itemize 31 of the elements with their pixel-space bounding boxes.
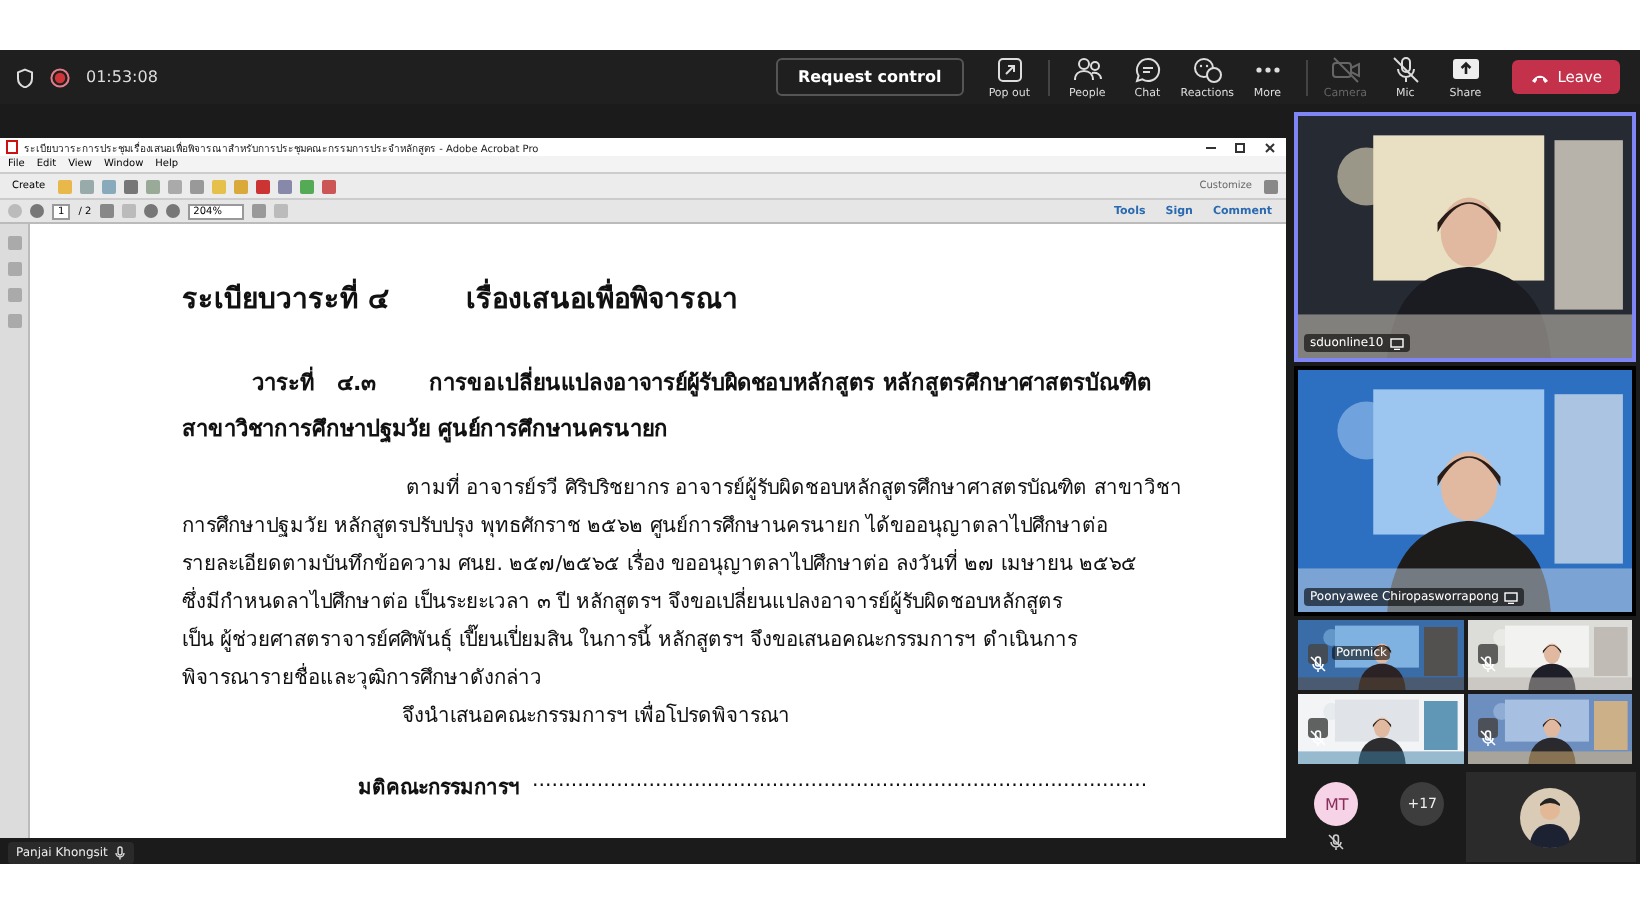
reactions-icon <box>1191 55 1224 83</box>
camera-icon <box>1329 55 1362 83</box>
window-controls-icon[interactable] <box>1204 141 1280 153</box>
meeting-timer: 01:53:08 <box>86 68 158 86</box>
people-icon <box>1071 55 1104 83</box>
avatar[interactable]: MT <box>1314 782 1359 826</box>
body-text-line: เป็น ผู้ช่วยศาสตราจารย์ศศิพันธุ์ เปี๊ยนเปี่ยมสิน ในการนี้ หลักสูตรฯ จึงขอเสนอคณะกรรมการฯ ดำเนินการ <box>182 622 1286 660</box>
mic-icon <box>113 846 126 860</box>
resolution-label: มติคณะกรรมการฯ <box>358 775 520 802</box>
body-text-line: พิจารณารายชื่อและวุฒิการศึกษาดังกล่าว <box>182 660 1286 698</box>
screen-icon <box>1389 337 1404 349</box>
shield-icon <box>16 67 34 87</box>
item-title: การขอเปลี่ยนแปลงอาจารย์ผู้รับผิดชอบหลักสูตร หลักสูตรศึกษาศาสตรบัณฑิต <box>429 364 1152 400</box>
agenda-title: เรื่องเสนอเพื่อพิจารณา <box>465 276 738 320</box>
body-text-line: ตามที่ อาจารย์รวี ศิริปริชยากร อาจารย์ผู้รับผิดชอบหลักสูตรศึกษาศาสตรบัณฑิต สาขาวิชา <box>182 470 1286 508</box>
person-avatar <box>1520 787 1581 847</box>
agenda-number: ระเบียบวาระที่ ๔ <box>182 276 390 320</box>
body-text-line: รายละเอียดตามบันทึกข้อความ ศนย. ๒๕๗/๒๕๖๕ เรื่อง ขออนุญาตลาไปศึกษาต่อ ลงวันที่ ๒๗ เมษายน ๒๕๖๕ <box>182 546 1286 584</box>
closing-text: จึงนำเสนอคณะกรรมการฯ เพื่อโปรดพิจารณา <box>182 698 1286 730</box>
fill-in-line: ............................................................................................... <box>532 770 1148 796</box>
popout-icon <box>995 55 1024 83</box>
item-title: สาขาวิชาการศึกษาปฐมวัย ศูนย์การศึกษานครนายก <box>182 414 670 446</box>
screen-icon <box>1504 591 1519 603</box>
body-text-line: การศึกษาปฐมวัย หลักสูตรปรับปรุง พุทธศักราช ๒๕๖๒ ศูนย์การศึกษานครนายก ได้ขออนุญาตลาไปศึกษาต่อ <box>182 511 1111 542</box>
body-text-line: ซึ่งมีกำหนดลาไปศึกษาต่อ เป็นระยะเวลา ๓ ปี หลักสูตรฯ จึงขอเปลี่ยนแปลงอาจารย์ผู้รับผิดชอบหลักสูตร <box>182 584 1286 622</box>
chat-icon <box>1133 55 1162 83</box>
mic-icon <box>1389 55 1422 83</box>
share-icon <box>1449 55 1482 83</box>
item-number: วาระที่ ๔.๓ <box>252 364 378 400</box>
phone-icon <box>1529 71 1550 83</box>
request-control-button[interactable]: Request control <box>775 58 964 96</box>
